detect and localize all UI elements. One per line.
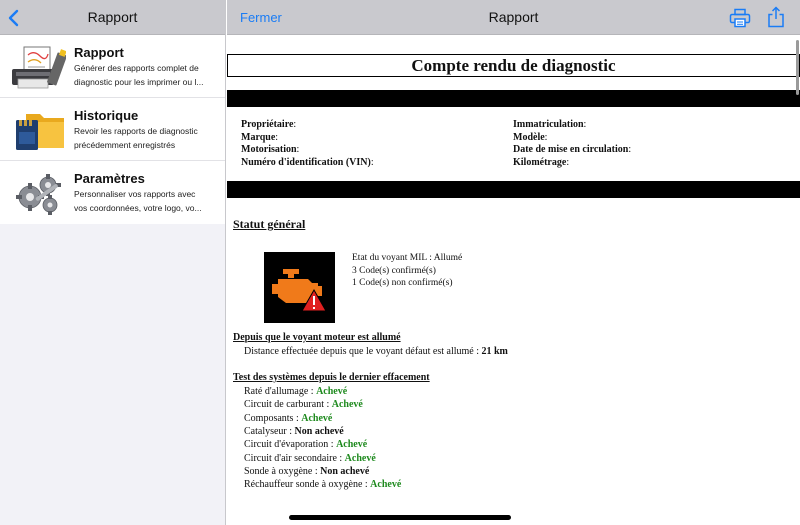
check-engine-warning-icon <box>264 252 335 323</box>
info-separator: : <box>296 144 300 155</box>
unconfirmed-codes-text: 1 Code(s) non confirmé(s) <box>352 278 453 288</box>
sidebar-title: Rapport <box>87 9 138 25</box>
menu-item-title: Rapport <box>74 45 124 60</box>
system-test-status: Non achevé <box>294 425 344 437</box>
printer-report-icon <box>12 46 66 89</box>
info-label: Modèle <box>513 131 545 143</box>
menu-item-desc: Personnaliser vos rapports avec <box>74 189 196 199</box>
info-row: Modèle: <box>513 132 631 145</box>
system-test-row: Circuit de carburant : Achevé <box>244 399 363 410</box>
menu-item-title: Historique <box>74 108 139 123</box>
mil-state-text: Etat du voyant MIL : Allumé <box>352 253 463 263</box>
info-separator: : <box>370 156 374 168</box>
gears-icon <box>16 174 61 215</box>
report-viewer: Fermer Rapport Compte rendu de diagnosti… <box>227 0 800 525</box>
viewer-header: Fermer Rapport <box>227 0 800 35</box>
menu-item-desc: Revoir les rapports de diagnostic <box>74 126 198 136</box>
info-row: Kilométrage: <box>513 157 631 170</box>
system-test-row: Circuit d'évaporation : Achevé <box>244 439 367 450</box>
menu-item-rapport[interactable]: Rapport Générer des rapports complet de … <box>0 35 225 98</box>
system-test-label: Sonde à oxygène : <box>244 465 321 477</box>
system-test-label: Réchauffeur sonde à oxygène : <box>244 479 371 491</box>
system-test-status: Achevé <box>344 452 376 464</box>
system-test-row: Catalyseur : Non achevé <box>244 426 344 437</box>
section-divider <box>227 90 800 107</box>
section-divider <box>227 181 800 198</box>
info-separator: : <box>566 156 570 168</box>
system-test-status: Non achevé <box>320 465 370 477</box>
distance-label: Distance effectuée depuis que le voyant … <box>244 346 482 357</box>
info-separator: : <box>583 119 587 130</box>
info-separator: : <box>293 119 297 130</box>
system-test-status: Achevé <box>370 479 402 491</box>
info-separator: : <box>628 144 632 155</box>
info-label: Propriétaire <box>241 119 294 130</box>
confirmed-codes-text: 3 Code(s) confirmé(s) <box>352 265 436 276</box>
report-document: Compte rendu de diagnostic Propriétaire:… <box>227 35 800 525</box>
info-row: Date de mise en circulation: <box>513 144 631 157</box>
system-test-label: Raté d'allumage : <box>244 386 317 397</box>
info-row: Propriétaire: <box>241 119 374 132</box>
share-icon[interactable] <box>767 6 785 28</box>
home-indicator[interactable] <box>289 515 511 520</box>
folder-sdcard-icon <box>16 114 64 150</box>
printer-icon[interactable] <box>729 8 751 28</box>
system-test-status: Achevé <box>336 439 368 451</box>
menu-item-desc: précédemment enregistrés <box>74 140 176 150</box>
system-test-label: Composants : <box>244 412 302 424</box>
system-test-row: Composants : Achevé <box>244 413 332 424</box>
info-label: Immatriculation <box>513 119 584 130</box>
report-menu: Rapport Générer des rapports complet de … <box>0 35 225 224</box>
system-test-label: Circuit de carburant : <box>244 399 332 411</box>
mil-status: Etat du voyant MIL : Allumé 3 Code(s) co… <box>352 252 462 290</box>
info-label: Marque <box>241 131 276 143</box>
viewer-title: Rapport <box>488 9 539 25</box>
system-test-status: Achevé <box>331 399 363 411</box>
since-mil-title: Depuis que le voyant moteur est allumé <box>233 332 401 343</box>
system-test-label: Circuit d'air secondaire : <box>244 452 345 464</box>
menu-item-historique[interactable]: Historique Revoir les rapports de diagno… <box>0 98 225 161</box>
tests-title: Test des systèmes depuis le dernier effa… <box>233 372 430 383</box>
vehicle-info-right: Immatriculation: Modèle: Date de mise en… <box>513 119 631 169</box>
report-title: Compte rendu de diagnostic <box>227 54 800 77</box>
system-test-row: Réchauffeur sonde à oxygène : Achevé <box>244 479 401 490</box>
system-test-status: Achevé <box>316 386 348 397</box>
info-row: Numéro d'identification (VIN): <box>241 157 374 170</box>
distance-row: Distance effectuée depuis que le voyant … <box>244 346 508 357</box>
sidebar-header: Rapport <box>0 0 225 35</box>
info-row: Motorisation: <box>241 144 374 157</box>
info-label: Numéro d'identification (VIN) <box>241 156 371 168</box>
info-label: Date de mise en circulation <box>513 144 629 155</box>
sidebar: Rapport Rapport Générer des rapports com… <box>0 0 226 525</box>
info-label: Motorisation <box>241 144 297 155</box>
system-test-label: Circuit d'évaporation : <box>244 439 337 451</box>
info-row: Immatriculation: <box>513 119 631 132</box>
menu-item-title: Paramètres <box>74 171 145 186</box>
distance-value: 21 km <box>481 346 508 357</box>
info-row: Marque: <box>241 132 374 145</box>
system-test-label: Catalyseur : <box>244 425 295 437</box>
info-separator: : <box>544 131 548 143</box>
system-test-row: Circuit d'air secondaire : Achevé <box>244 453 376 464</box>
info-separator: : <box>275 131 279 143</box>
info-label: Kilométrage <box>513 156 567 168</box>
scrollbar[interactable] <box>796 40 799 95</box>
system-test-status: Achevé <box>301 412 333 424</box>
menu-item-parametres[interactable]: Paramètres Personnaliser vos rapports av… <box>0 161 225 224</box>
menu-item-desc: vos coordonnées, votre logo, vo... <box>74 203 202 213</box>
vehicle-info-left: Propriétaire: Marque: Motorisation: Numé… <box>241 119 374 169</box>
system-test-row: Sonde à oxygène : Non achevé <box>244 466 369 477</box>
status-title: Statut général <box>233 217 306 231</box>
menu-item-desc: Générer des rapports complet de <box>74 63 199 73</box>
system-test-row: Raté d'allumage : Achevé <box>244 386 347 397</box>
menu-item-desc: diagnostic pour les imprimer ou l... <box>74 77 204 87</box>
